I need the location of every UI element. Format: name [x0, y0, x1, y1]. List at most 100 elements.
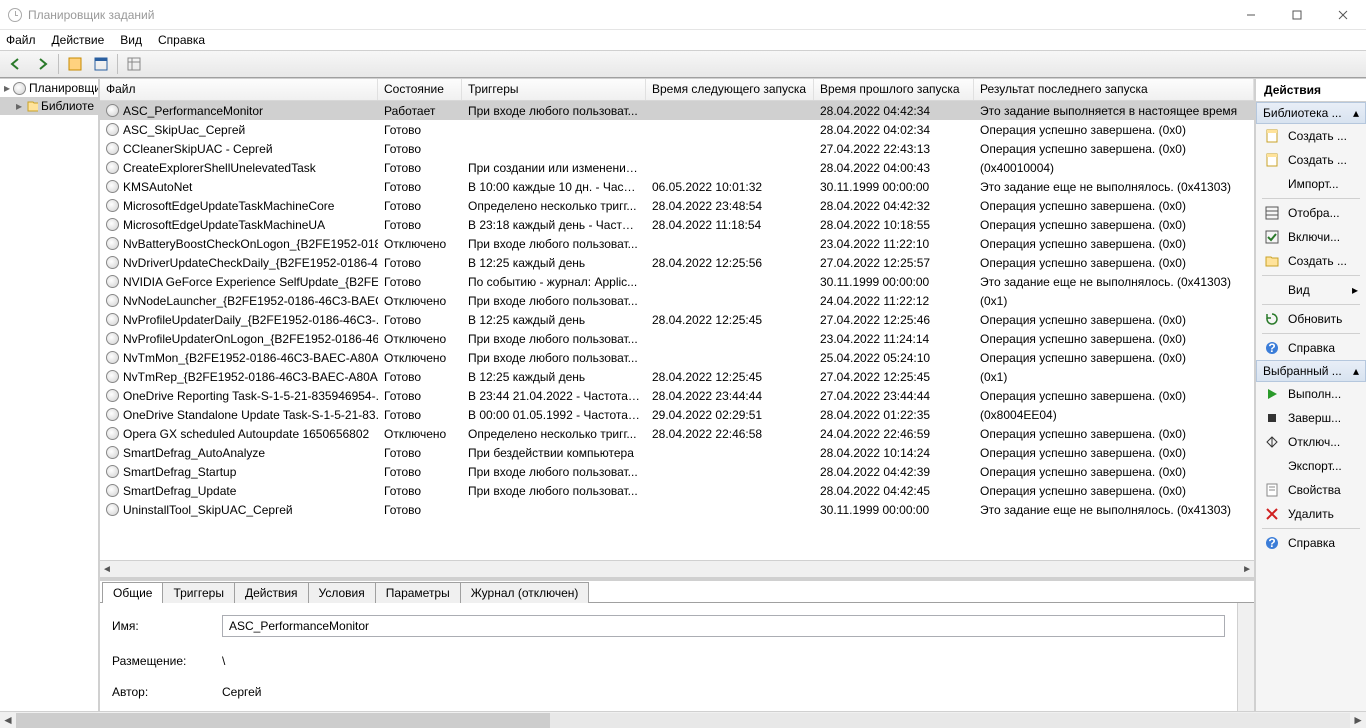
action-item[interactable]: Выполн...: [1256, 382, 1366, 406]
menu-view[interactable]: Вид: [120, 33, 142, 47]
table-header: Файл Состояние Триггеры Время следующего…: [100, 79, 1254, 101]
tab-general[interactable]: Общие: [102, 582, 163, 603]
task-next: 28.04.2022 12:25:45: [646, 370, 814, 384]
table-row[interactable]: UninstallTool_SkipUAC_СергейГотово30.11.…: [100, 500, 1254, 519]
action-item[interactable]: Включи...: [1256, 225, 1366, 249]
toolbar-btn-1[interactable]: [63, 53, 87, 75]
table-row[interactable]: OneDrive Standalone Update Task-S-1-5-21…: [100, 405, 1254, 424]
table-row[interactable]: CCleanerSkipUAC - СергейГотово27.04.2022…: [100, 139, 1254, 158]
toolbar-btn-3[interactable]: [122, 53, 146, 75]
back-button[interactable]: [4, 53, 28, 75]
scheduler-icon: [13, 82, 26, 95]
input-name[interactable]: [222, 615, 1225, 637]
task-trigger: При входе любого пользоват...: [462, 484, 646, 498]
table-row[interactable]: NvProfileUpdaterOnLogon_{B2FE1952-0186-4…: [100, 329, 1254, 348]
table-row[interactable]: NvNodeLauncher_{B2FE1952-0186-46C3-BAEC.…: [100, 291, 1254, 310]
details-vscroll[interactable]: [1237, 603, 1254, 711]
table-row[interactable]: MicrosoftEdgeUpdateTaskMachineCoreГотово…: [100, 196, 1254, 215]
menu-help[interactable]: Справка: [158, 33, 205, 47]
table-row[interactable]: SmartDefrag_AutoAnalyzeГотовоПри бездейс…: [100, 443, 1254, 462]
tree-root[interactable]: ▸ Планировщи: [0, 79, 98, 97]
help-icon: ?: [1264, 340, 1280, 356]
action-item[interactable]: Создать ...: [1256, 249, 1366, 273]
table-hscroll[interactable]: ◄►: [100, 560, 1254, 577]
table-row[interactable]: MicrosoftEdgeUpdateTaskMachineUAГотовоВ …: [100, 215, 1254, 234]
action-item[interactable]: ?Справка: [1256, 531, 1366, 555]
tab-journal[interactable]: Журнал (отключен): [460, 582, 590, 603]
task-icon: [106, 427, 119, 440]
tab-params[interactable]: Параметры: [375, 582, 461, 603]
table-row[interactable]: ASC_SkipUac_СергейГотово28.04.2022 04:02…: [100, 120, 1254, 139]
task-name: OneDrive Standalone Update Task-S-1-5-21…: [123, 408, 378, 422]
action-label: Создать ...: [1288, 129, 1347, 143]
table-row[interactable]: NvProfileUpdaterDaily_{B2FE1952-0186-46C…: [100, 310, 1254, 329]
actions-section-selected[interactable]: Выбранный ... ▴: [1256, 360, 1366, 382]
tree-library[interactable]: ▸ Библиоте: [0, 97, 98, 115]
table-row[interactable]: SmartDefrag_UpdateГотовоПри входе любого…: [100, 481, 1254, 500]
task-icon: [106, 199, 119, 212]
action-item[interactable]: Отобра...: [1256, 201, 1366, 225]
table-row[interactable]: NVIDIA GeForce Experience SelfUpdate_{B2…: [100, 272, 1254, 291]
menu-file[interactable]: Файл: [6, 33, 36, 47]
action-item[interactable]: Свойства: [1256, 478, 1366, 502]
table-row[interactable]: NvTmRep_{B2FE1952-0186-46C3-BAEC-A80AA..…: [100, 367, 1254, 386]
task-state: Готово: [378, 256, 462, 270]
footer-hscroll[interactable]: ◄ ►: [0, 711, 1366, 728]
task-result: (0x8004EE04): [974, 408, 1254, 422]
col-result[interactable]: Результат последнего запуска: [974, 79, 1254, 100]
task-name: Opera GX scheduled Autoupdate 1650656802: [123, 427, 369, 441]
col-last[interactable]: Время прошлого запуска: [814, 79, 974, 100]
action-item[interactable]: Создать ...: [1256, 124, 1366, 148]
task-result: Операция успешно завершена. (0x0): [974, 199, 1254, 213]
task-last: 27.04.2022 23:44:44: [814, 389, 974, 403]
task-name: UninstallTool_SkipUAC_Сергей: [123, 503, 293, 517]
col-triggers[interactable]: Триггеры: [462, 79, 646, 100]
task-name: SmartDefrag_AutoAnalyze: [123, 446, 265, 460]
tab-triggers[interactable]: Триггеры: [162, 582, 235, 603]
minimize-button[interactable]: [1228, 0, 1274, 30]
col-state[interactable]: Состояние: [378, 79, 462, 100]
task-body[interactable]: ASC_PerformanceMonitorРаботаетПри входе …: [100, 101, 1254, 560]
task-state: Готово: [378, 199, 462, 213]
task-icon: [106, 370, 119, 383]
table-row[interactable]: NvTmMon_{B2FE1952-0186-46C3-BAEC-A80A...…: [100, 348, 1254, 367]
forward-button[interactable]: [30, 53, 54, 75]
menu-action[interactable]: Действие: [52, 33, 105, 47]
tab-actions[interactable]: Действия: [234, 582, 309, 603]
table-row[interactable]: NvDriverUpdateCheckDaily_{B2FE1952-0186-…: [100, 253, 1254, 272]
task-name: CCleanerSkipUAC - Сергей: [123, 142, 273, 156]
action-item[interactable]: ?Справка: [1256, 336, 1366, 360]
action-label: Вид: [1288, 283, 1310, 297]
table-row[interactable]: SmartDefrag_StartupГотовоПри входе любог…: [100, 462, 1254, 481]
action-item[interactable]: Импорт...: [1256, 172, 1366, 196]
task-result: Операция успешно завершена. (0x0): [974, 427, 1254, 441]
table-row[interactable]: Opera GX scheduled Autoupdate 1650656802…: [100, 424, 1254, 443]
task-last: 28.04.2022 01:22:35: [814, 408, 974, 422]
col-next[interactable]: Время следующего запуска: [646, 79, 814, 100]
close-button[interactable]: [1320, 0, 1366, 30]
maximize-button[interactable]: [1274, 0, 1320, 30]
col-file[interactable]: Файл: [100, 79, 378, 100]
action-item[interactable]: Заверш...: [1256, 406, 1366, 430]
actions-section-library[interactable]: Библиотека ... ▴: [1256, 102, 1366, 124]
task-result: (0x1): [974, 294, 1254, 308]
task-next: 29.04.2022 02:29:51: [646, 408, 814, 422]
table-row[interactable]: OneDrive Reporting Task-S-1-5-21-8359469…: [100, 386, 1254, 405]
task-last: 28.04.2022 04:02:34: [814, 123, 974, 137]
action-item[interactable]: Экспорт...: [1256, 454, 1366, 478]
task-result: Операция успешно завершена. (0x0): [974, 484, 1254, 498]
action-item[interactable]: Отключ...: [1256, 430, 1366, 454]
table-row[interactable]: CreateExplorerShellUnelevatedTaskГотовоП…: [100, 158, 1254, 177]
toolbar-btn-2[interactable]: [89, 53, 113, 75]
action-label: Экспорт...: [1288, 459, 1342, 473]
action-label: Включи...: [1288, 230, 1340, 244]
tab-conditions[interactable]: Условия: [308, 582, 376, 603]
action-item[interactable]: Удалить: [1256, 502, 1366, 526]
table-row[interactable]: ASC_PerformanceMonitorРаботаетПри входе …: [100, 101, 1254, 120]
action-item[interactable]: Обновить: [1256, 307, 1366, 331]
action-item[interactable]: Вид▸: [1256, 278, 1366, 302]
action-item[interactable]: Создать ...: [1256, 148, 1366, 172]
table-row[interactable]: KMSAutoNetГотовоВ 10:00 каждые 10 дн. - …: [100, 177, 1254, 196]
table-row[interactable]: NvBatteryBoostCheckOnLogon_{B2FE1952-018…: [100, 234, 1254, 253]
label-name: Имя:: [112, 619, 222, 633]
